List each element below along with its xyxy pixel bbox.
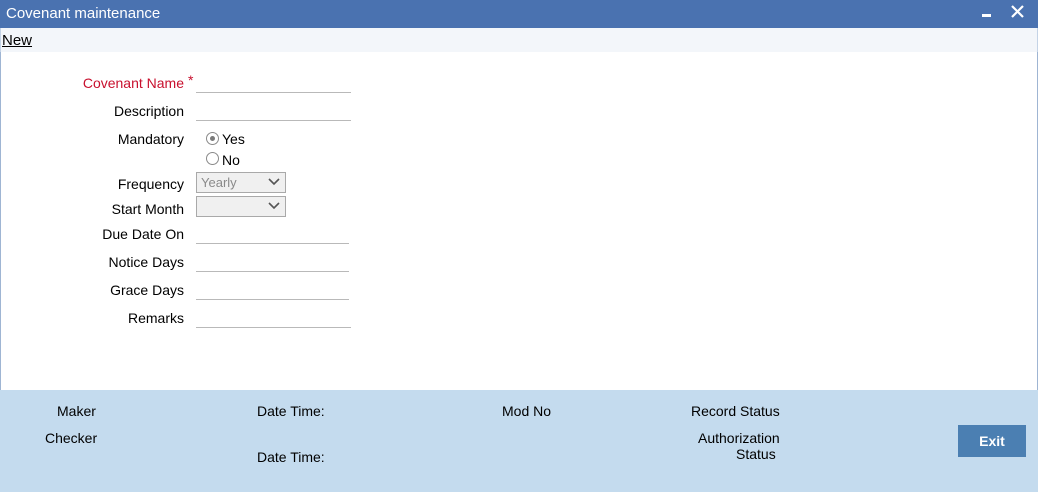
due-date-on-input[interactable] <box>196 225 349 244</box>
checker-date-time-label: Date Time: <box>257 449 325 465</box>
frequency-select[interactable]: Yearly <box>196 172 286 193</box>
audit-footer: Maker Checker Date Time: Date Time: Mod … <box>0 390 1038 492</box>
mandatory-no-label: No <box>222 152 240 168</box>
due-date-on-label: Due Date On <box>102 226 184 242</box>
frequency-label: Frequency <box>117 176 184 192</box>
start-month-label: Start Month <box>111 201 184 217</box>
mandatory-yes-label: Yes <box>222 131 245 147</box>
maker-date-time-label: Date Time: <box>257 403 325 419</box>
chevron-down-icon <box>268 202 280 210</box>
covenant-name-label: Covenant Name <box>82 75 184 91</box>
frequency-value: Yearly <box>201 175 237 190</box>
remarks-label: Remarks <box>127 310 184 326</box>
form-panel: Covenant Name * Description Mandatory Ye… <box>0 52 1038 390</box>
exit-button[interactable]: Exit <box>958 425 1026 457</box>
chevron-down-icon <box>268 178 280 186</box>
mod-no-label: Mod No <box>502 403 552 419</box>
notice-days-input[interactable] <box>196 253 349 272</box>
close-icon[interactable] <box>1008 3 1028 23</box>
mandatory-no-radio[interactable] <box>206 152 219 165</box>
authorization-label: Authorization <box>698 430 780 446</box>
minimize-icon[interactable] <box>978 3 998 23</box>
start-month-select[interactable] <box>196 196 286 217</box>
new-link[interactable]: New <box>2 32 32 49</box>
checker-label: Checker <box>45 430 98 446</box>
notice-days-label: Notice Days <box>108 254 184 270</box>
record-status-label: Record Status <box>691 403 780 419</box>
menu-bar: New <box>0 28 1038 52</box>
grace-days-input[interactable] <box>196 281 349 300</box>
required-marker: * <box>188 72 194 88</box>
description-input[interactable] <box>196 102 351 121</box>
window-title: Covenant maintenance <box>6 5 161 22</box>
covenant-name-input[interactable] <box>196 74 351 93</box>
remarks-input[interactable] <box>196 309 351 328</box>
mandatory-yes-radio[interactable] <box>206 132 219 145</box>
title-bar: Covenant maintenance <box>0 0 1038 28</box>
maker-label: Maker <box>57 403 96 419</box>
mandatory-label: Mandatory <box>117 131 184 147</box>
description-label: Description <box>113 103 184 119</box>
grace-days-label: Grace Days <box>110 282 184 298</box>
authorization-status-label: Status <box>736 446 776 462</box>
